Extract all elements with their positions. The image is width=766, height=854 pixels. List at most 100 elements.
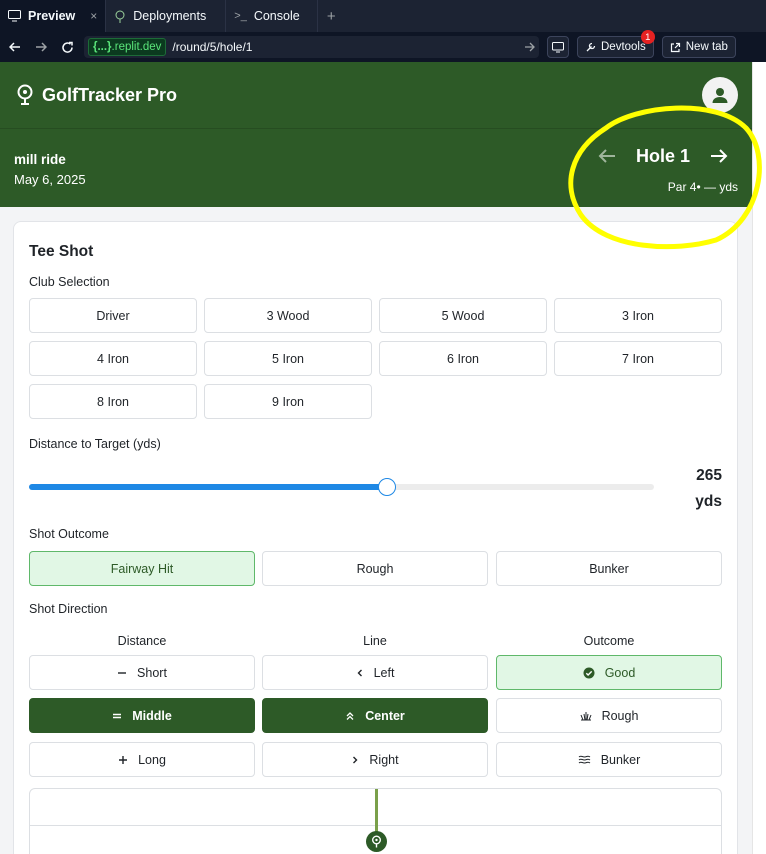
club-button-8-iron[interactable]: 8 Iron: [29, 384, 197, 419]
tab-console[interactable]: >_ Console: [226, 0, 319, 32]
line-label: Right: [369, 752, 399, 767]
result-label: Bunker: [600, 752, 641, 767]
column-header-distance: Distance: [117, 634, 167, 648]
round-name: mill ride: [14, 152, 66, 167]
tee-shot-card: Tee Shot Club Selection Driver 3 Wood 5 Wo…: [13, 221, 738, 854]
column-header-outcome: Outcome: [583, 634, 635, 648]
devtools-label: Devtools: [601, 41, 646, 53]
go-arrow-icon[interactable]: [524, 42, 535, 52]
new-tab-label: New tab: [685, 41, 728, 53]
double-chevron-up-icon: [345, 711, 355, 721]
open-new-tab-button[interactable]: New tab: [661, 36, 736, 58]
app-header: GolfTracker Pro: [0, 62, 752, 128]
card-title: Tee Shot: [29, 243, 94, 260]
browser-address-bar: {...}.replit.dev /round/5/hole/1 Devtool…: [0, 30, 766, 62]
tab-label: Deployments: [133, 9, 207, 23]
user-icon: [712, 88, 728, 103]
result-label: Good: [604, 665, 636, 680]
club-selection-label: Club Selection: [29, 275, 110, 289]
url-domain: {...}.replit.dev: [88, 38, 167, 56]
club-button-5-iron[interactable]: 5 Iron: [204, 341, 372, 376]
club-button-6-iron[interactable]: 6 Iron: [379, 341, 547, 376]
tab-deployments[interactable]: Deployments: [106, 0, 227, 32]
previous-hole-button[interactable]: [596, 145, 618, 167]
golf-pin-marker-icon: [366, 831, 387, 852]
hole-navigation: Hole 1: [596, 145, 730, 167]
outcome-button-bunker[interactable]: Bunker: [496, 551, 722, 586]
round-info-bar: mill ride May 6, 2025 Hole 1 Par 4• — yd…: [0, 128, 752, 207]
screen-button[interactable]: [547, 36, 569, 58]
distance-label: Distance to Target (yds): [29, 437, 161, 451]
minus-icon: [117, 668, 127, 678]
club-button-5-wood[interactable]: 5 Wood: [379, 298, 547, 333]
outcome-button-rough[interactable]: Rough: [262, 551, 488, 586]
hole-title: Hole 1: [635, 145, 690, 166]
distance-button-middle[interactable]: Middle: [29, 698, 255, 733]
screen-icon: [552, 41, 564, 52]
tab-preview[interactable]: Preview ×: [0, 0, 107, 32]
result-button-good[interactable]: Good: [496, 655, 722, 690]
hole-par-yardage: Par 4• — yds: [667, 180, 738, 194]
club-button-3-iron[interactable]: 3 Iron: [554, 298, 722, 333]
page-content: Tee Shot Club Selection Driver 3 Wood 5 Wo…: [0, 207, 752, 854]
distance-label: Middle: [132, 708, 172, 723]
new-tab-button[interactable]: +: [318, 0, 344, 32]
line-label: Left: [373, 665, 395, 680]
distance-unit: yds: [695, 493, 722, 510]
slider-thumb[interactable]: [378, 478, 397, 496]
distance-label: Long: [138, 752, 166, 767]
back-icon[interactable]: [6, 38, 24, 56]
browser-tab-bar: Preview × Deployments >_ Console +: [0, 0, 766, 32]
deployments-icon: [115, 10, 125, 23]
distance-number: 265: [696, 467, 722, 484]
app-title: GolfTracker Pro: [42, 84, 178, 105]
result-label: Rough: [601, 708, 639, 723]
page-scrollbar[interactable]: [752, 62, 766, 854]
terminal-icon: >_: [234, 10, 247, 22]
equals-icon: [112, 711, 122, 721]
arrow-left-icon: [598, 149, 615, 163]
club-button-3-wood[interactable]: 3 Wood: [204, 298, 372, 333]
chevron-left-icon: [356, 668, 364, 678]
close-icon[interactable]: ×: [90, 9, 97, 23]
line-button-right[interactable]: Right: [262, 742, 488, 777]
round-date: May 6, 2025: [14, 172, 86, 187]
tab-label: Console: [253, 9, 300, 23]
forward-icon[interactable]: [32, 38, 50, 56]
slider-fill: [29, 484, 388, 490]
distance-button-short[interactable]: Short: [29, 655, 255, 690]
club-button-9-iron[interactable]: 9 Iron: [204, 384, 372, 419]
devtools-button[interactable]: Devtools 1: [577, 30, 655, 58]
arrow-right-icon: [711, 149, 728, 163]
distance-value: 265 yds: [695, 463, 722, 515]
distance-label: Short: [137, 665, 167, 680]
devtools-badge: 1: [640, 30, 655, 44]
distance-slider[interactable]: [29, 478, 654, 496]
distance-button-long[interactable]: Long: [29, 742, 255, 777]
outcome-button-fairway-hit[interactable]: Fairway Hit: [29, 551, 255, 586]
line-button-center[interactable]: Center: [262, 698, 488, 733]
result-button-rough[interactable]: Rough: [496, 698, 722, 733]
app-logo[interactable]: GolfTracker Pro: [16, 84, 177, 106]
line-button-left[interactable]: Left: [262, 655, 488, 690]
monitor-icon: [8, 10, 21, 22]
wrench-icon: [586, 42, 596, 51]
user-avatar[interactable]: [702, 77, 738, 113]
shot-direction-label: Shot Direction: [29, 602, 108, 616]
column-header-line: Line: [363, 634, 387, 648]
tab-label: Preview: [28, 9, 76, 23]
club-button-driver[interactable]: Driver: [29, 298, 197, 333]
url-field[interactable]: {...}.replit.dev /round/5/hole/1: [84, 36, 539, 58]
club-button-7-iron[interactable]: 7 Iron: [554, 341, 722, 376]
reload-icon[interactable]: [58, 38, 76, 56]
hole-diagram: [29, 788, 722, 854]
waves-icon: [578, 754, 591, 765]
url-path: /round/5/hole/1: [172, 40, 253, 54]
result-button-bunker[interactable]: Bunker: [496, 742, 722, 777]
golf-pin-icon: [17, 84, 33, 105]
plus-icon: [118, 755, 128, 765]
shot-outcome-label: Shot Outcome: [29, 527, 109, 541]
club-button-4-iron[interactable]: 4 Iron: [29, 341, 197, 376]
next-hole-button[interactable]: [708, 145, 730, 167]
grass-icon: [580, 710, 592, 721]
